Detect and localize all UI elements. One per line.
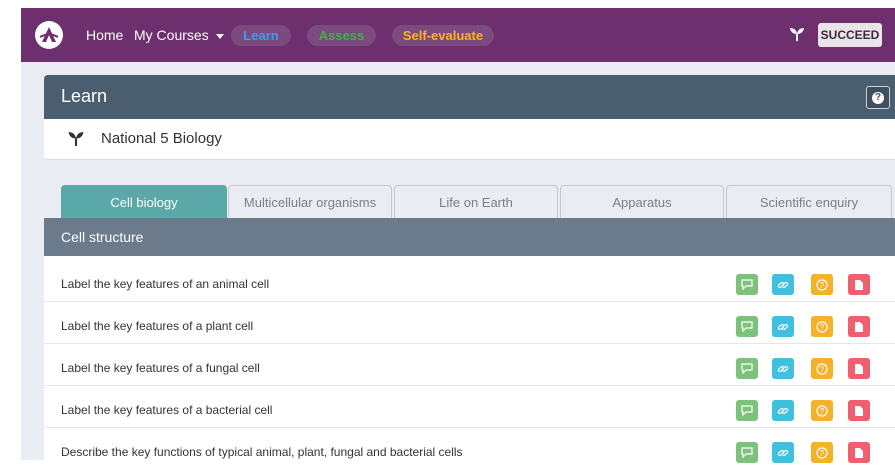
succeed-button[interactable]: SUCCEED — [818, 23, 882, 47]
top-navbar: Home My Courses Learn Assess Self-evalua… — [21, 8, 895, 62]
link-icon — [777, 449, 789, 456]
document-button[interactable] — [848, 274, 870, 295]
tab-life-on-earth[interactable]: Life on Earth — [394, 185, 558, 218]
question-button[interactable]: ? — [811, 316, 833, 337]
question-button[interactable]: ? — [811, 274, 833, 295]
list-item-label: Label the key features of an animal cell — [61, 277, 270, 291]
list-item: Label the key features of a bacterial ce… — [44, 386, 895, 428]
question-circle-icon: ? — [872, 91, 884, 104]
question-icon: ? — [816, 278, 828, 291]
course-title: National 5 Biology — [101, 130, 222, 147]
svg-text:?: ? — [820, 449, 825, 458]
list-item-label: Label the key features of a bacterial ce… — [61, 403, 273, 417]
list-item-label: Label the key features of a fungal cell — [61, 361, 260, 375]
comment-button[interactable] — [736, 274, 758, 295]
list-item-label: Label the key features of a plant cell — [61, 319, 254, 333]
svg-text:?: ? — [820, 323, 825, 332]
nav-assess-pill[interactable]: Assess — [307, 25, 376, 46]
tab-multicellular-organisms[interactable]: Multicellular organisms — [228, 185, 392, 218]
page-title: Learn — [61, 86, 108, 106]
document-button[interactable] — [848, 316, 870, 337]
nav-my-courses-label: My Courses — [134, 27, 209, 43]
document-icon — [855, 321, 863, 332]
comment-icon — [741, 405, 753, 416]
question-button[interactable]: ? — [811, 400, 833, 421]
comment-button[interactable] — [736, 316, 758, 337]
question-icon: ? — [816, 446, 828, 459]
comment-icon — [741, 279, 753, 290]
comment-button[interactable] — [736, 358, 758, 379]
app-logo-icon[interactable] — [35, 21, 63, 49]
nav-my-courses-dropdown[interactable]: My Courses — [134, 8, 224, 62]
caret-down-icon — [215, 33, 224, 39]
tab-label: Scientific enquiry — [759, 194, 859, 210]
svg-text:?: ? — [820, 365, 825, 374]
nav-home-link[interactable]: Home — [86, 8, 123, 62]
svg-text:?: ? — [820, 407, 825, 416]
outcome-list: Label the key features of an animal cell… — [44, 256, 895, 463]
tab-label: Multicellular organisms — [243, 194, 377, 210]
comment-icon — [741, 363, 753, 374]
help-button[interactable]: ? — [866, 86, 890, 109]
section-title: Cell structure — [61, 229, 144, 245]
document-button[interactable] — [848, 358, 870, 379]
nav-learn-pill[interactable]: Learn — [231, 25, 291, 46]
svg-text:?: ? — [820, 281, 825, 290]
document-icon — [855, 363, 863, 374]
link-icon — [777, 281, 789, 288]
succeed-label: SUCCEED — [820, 28, 880, 42]
document-icon — [855, 405, 863, 416]
question-icon: ? — [816, 404, 828, 417]
sprout-icon[interactable] — [789, 26, 805, 47]
tab-label: Apparatus — [612, 194, 672, 210]
link-icon — [777, 365, 789, 372]
nav-self-evaluate-pill[interactable]: Self-evaluate — [392, 25, 494, 46]
nav-learn-label: Learn — [243, 28, 279, 43]
document-icon — [855, 447, 863, 458]
list-item: Label the key features of an animal cell… — [44, 260, 895, 302]
tab-apparatus[interactable]: Apparatus — [560, 185, 724, 218]
comment-button[interactable] — [736, 400, 758, 421]
list-item-label: Describe the key functions of typical an… — [61, 445, 463, 459]
sprout-icon — [67, 130, 85, 152]
question-icon: ? — [816, 362, 828, 375]
nav-self-evaluate-label: Self-evaluate — [402, 28, 484, 43]
tab-label: Cell biology — [110, 194, 178, 210]
link-button[interactable] — [772, 358, 794, 379]
nav-assess-label: Assess — [318, 28, 365, 43]
comment-icon — [741, 447, 753, 458]
question-icon: ? — [816, 320, 828, 333]
link-icon — [777, 407, 789, 414]
nav-home-label: Home — [86, 27, 124, 43]
learn-header: Learn ? — [44, 75, 895, 119]
tab-scientific-enquiry[interactable]: Scientific enquiry — [726, 185, 892, 218]
document-button[interactable] — [848, 400, 870, 421]
course-header: National 5 Biology — [44, 119, 895, 160]
list-item: Label the key features of a plant cell ? — [44, 302, 895, 344]
link-icon — [777, 323, 789, 330]
link-button[interactable] — [772, 274, 794, 295]
list-item: Describe the key functions of typical an… — [44, 428, 895, 470]
section-header: Cell structure — [44, 218, 895, 256]
comment-icon — [741, 321, 753, 332]
link-button[interactable] — [772, 316, 794, 337]
document-icon — [855, 279, 863, 290]
tab-label: Life on Earth — [439, 194, 513, 210]
question-button[interactable]: ? — [811, 358, 833, 379]
link-button[interactable] — [772, 400, 794, 421]
tab-cell-biology[interactable]: Cell biology — [61, 185, 227, 218]
list-item: Label the key features of a fungal cell … — [44, 344, 895, 386]
